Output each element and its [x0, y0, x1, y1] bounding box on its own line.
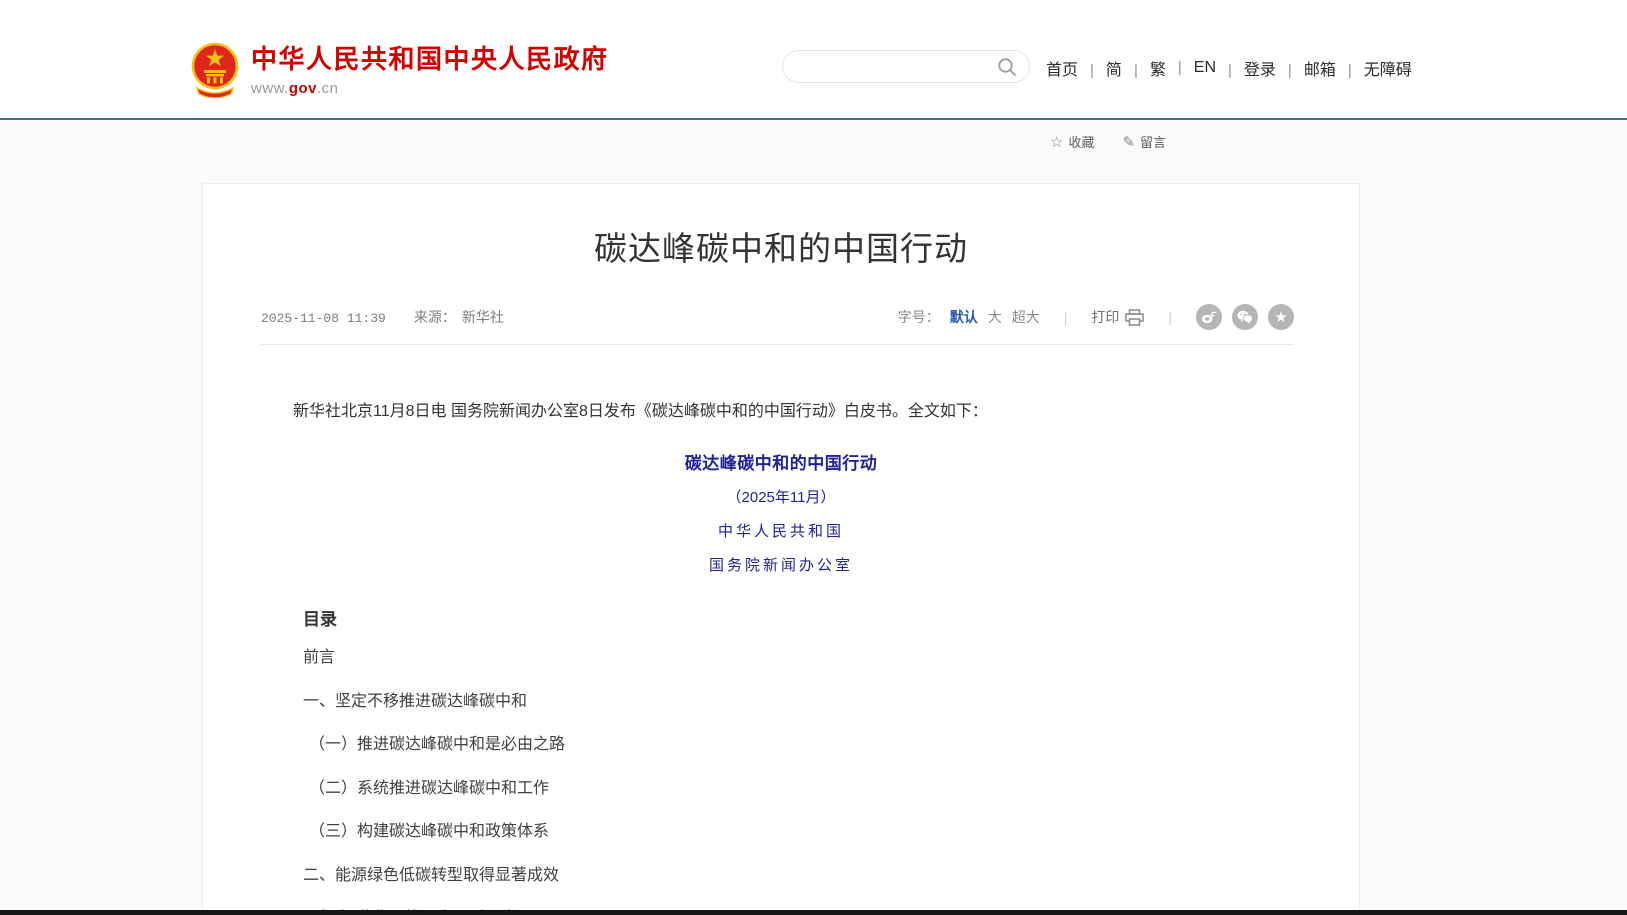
site-url-suffix: .cn — [317, 80, 339, 97]
weibo-share-button[interactable] — [1196, 304, 1222, 330]
bottom-edge-bar — [0, 910, 1627, 915]
table-of-contents: 前言一、坚定不移推进碳达峰碳中和（一）推进碳达峰碳中和是必由之路（二）系统推进碳… — [203, 634, 1359, 915]
page: 中华人民共和国中央人民政府 www.gov.cn 首页简繁EN登录邮箱无障碍 ☆… — [0, 0, 1627, 915]
top-nav: 首页简繁EN登录邮箱无障碍 — [1046, 56, 1412, 80]
pencil-icon: ✎ — [1122, 133, 1135, 151]
nav-item-3[interactable]: EN — [1166, 59, 1216, 77]
toc-item: （二）系统推进碳达峰碳中和工作 — [203, 764, 1359, 808]
site-header: 中华人民共和国中央人民政府 www.gov.cn 首页简繁EN登录邮箱无障碍 — [0, 0, 1627, 118]
site-title: 中华人民共和国中央人民政府 — [251, 44, 609, 74]
separator: | — [1168, 309, 1172, 325]
nav-item-6[interactable]: 无障碍 — [1336, 56, 1412, 80]
header-divider-rule — [0, 118, 1627, 120]
document-title: 碳达峰碳中和的中国行动 — [203, 449, 1359, 474]
search-icon[interactable] — [997, 57, 1017, 77]
nav-item-1[interactable]: 简 — [1078, 56, 1122, 80]
favorite-label: 收藏 — [1068, 132, 1094, 151]
more-share-button[interactable]: ★ — [1268, 304, 1294, 330]
fontsize-option-xlarge[interactable]: 超大 — [1012, 307, 1040, 327]
site-url-gov: gov — [289, 80, 317, 97]
toc-item: 二、能源绿色低碳转型取得显著成效 — [203, 851, 1359, 895]
print-button[interactable]: 打印 — [1091, 307, 1144, 327]
toc-item: （三）构建碳达峰碳中和政策体系 — [203, 808, 1359, 852]
source-value[interactable]: 新华社 — [462, 307, 504, 327]
toc-heading: 目录 — [203, 605, 1359, 630]
printer-icon — [1125, 309, 1144, 326]
document-heading: 碳达峰碳中和的中国行动 （2025年11月） 中华人民共和国 国务院新闻办公室 — [203, 449, 1359, 575]
page-title: 碳达峰碳中和的中国行动 — [203, 222, 1359, 270]
site-url: www.gov.cn — [251, 80, 609, 97]
nav-item-0[interactable]: 首页 — [1046, 56, 1078, 80]
publish-date: 2025-11-08 11:39 — [261, 311, 386, 326]
toc-item: 前言 — [203, 634, 1359, 678]
fontsize-option-large[interactable]: 大 — [988, 307, 1002, 327]
separator: | — [1064, 309, 1068, 325]
search-box — [782, 50, 1030, 83]
wechat-share-button[interactable] — [1232, 304, 1258, 330]
meta-right: 字号： 默认 大 超大 | 打印 | — [898, 304, 1294, 330]
document-date: （2025年11月） — [203, 486, 1359, 507]
toc-item: 一、坚定不移推进碳达峰碳中和 — [203, 677, 1359, 721]
nav-item-2[interactable]: 繁 — [1122, 56, 1166, 80]
meta-divider — [261, 344, 1294, 345]
message-label: 留言 — [1140, 132, 1166, 151]
source-label: 来源： — [414, 307, 456, 327]
favorite-button[interactable]: ☆ 收藏 — [1050, 132, 1094, 151]
meta-left: 2025-11-08 11:39 来源： 新华社 — [261, 307, 504, 327]
star-outline-icon: ☆ — [1050, 133, 1063, 151]
national-emblem-logo — [191, 40, 239, 98]
message-button[interactable]: ✎ 留言 — [1122, 132, 1166, 151]
fontsize-option-default[interactable]: 默认 — [950, 307, 978, 327]
nav-item-5[interactable]: 邮箱 — [1276, 56, 1336, 80]
document-issuer-line1: 中华人民共和国 — [203, 520, 1359, 541]
wechat-icon — [1237, 310, 1253, 324]
star-share-icon: ★ — [1274, 310, 1287, 325]
lead-paragraph: 新华社北京11月8日电 国务院新闻办公室8日发布《碳达峰碳中和的中国行动》白皮书… — [261, 399, 1294, 425]
print-label: 打印 — [1091, 307, 1119, 327]
weibo-icon — [1201, 310, 1217, 324]
quick-actions: ☆ 收藏 ✎ 留言 — [1050, 132, 1166, 151]
site-url-prefix: www. — [251, 80, 289, 97]
nav-item-4[interactable]: 登录 — [1216, 56, 1276, 80]
site-brand: 中华人民共和国中央人民政府 www.gov.cn — [251, 44, 609, 97]
document-issuer-line2: 国务院新闻办公室 — [203, 554, 1359, 575]
search-input[interactable] — [783, 53, 997, 81]
article-meta: 2025-11-08 11:39 来源： 新华社 字号： 默认 大 超大 | 打… — [261, 304, 1294, 330]
article-card: 碳达峰碳中和的中国行动 2025-11-08 11:39 来源： 新华社 字号：… — [202, 183, 1360, 915]
toc-item: （一）推进碳达峰碳中和是必由之路 — [203, 721, 1359, 765]
fontsize-label: 字号： — [898, 307, 940, 327]
